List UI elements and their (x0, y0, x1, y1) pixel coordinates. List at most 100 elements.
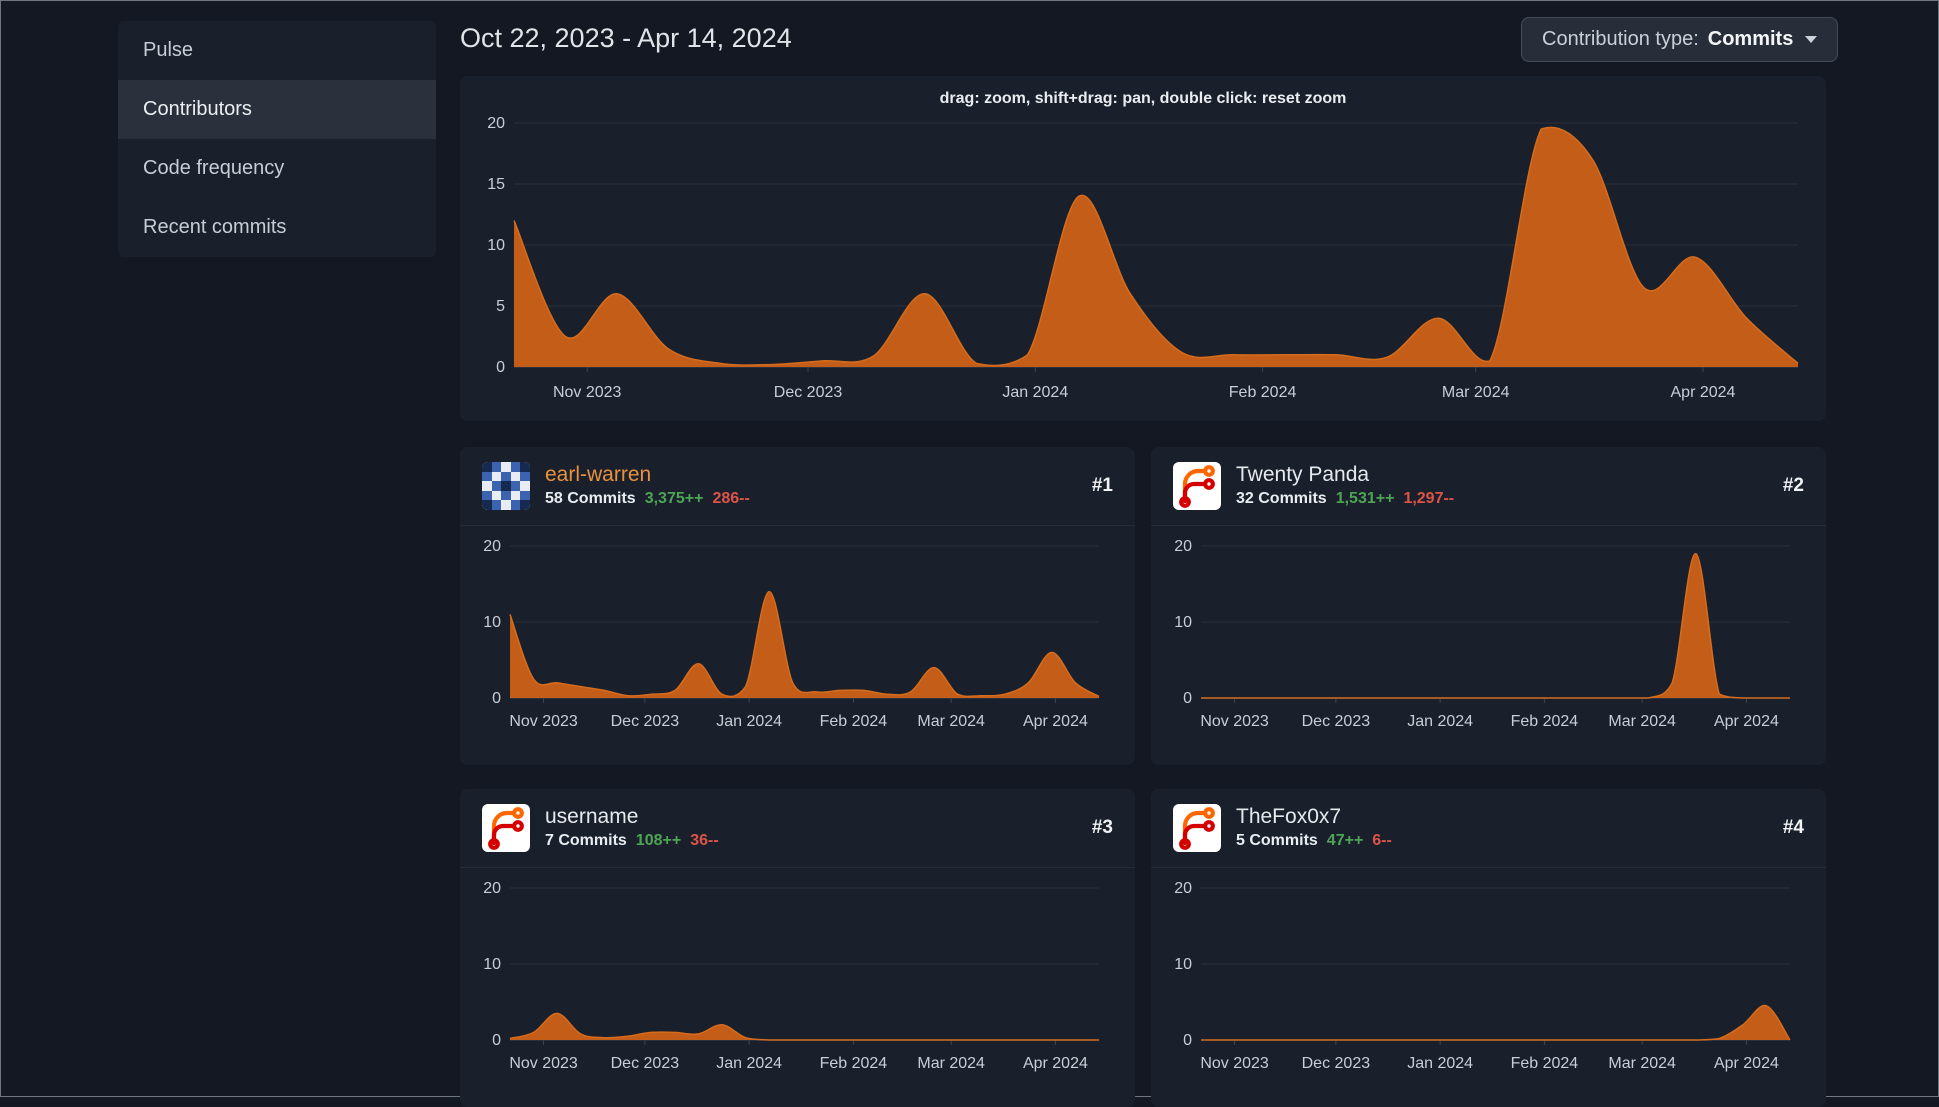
svg-text:Jan 2024: Jan 2024 (1407, 1055, 1473, 1072)
sidebar: Pulse Contributors Code frequency Recent… (118, 21, 436, 257)
chart-zoom-hint: drag: zoom, shift+drag: pan, double clic… (939, 90, 1347, 107)
svg-text:Dec 2023: Dec 2023 (1302, 713, 1371, 730)
svg-text:Feb 2024: Feb 2024 (1511, 1055, 1579, 1072)
svg-text:Jan 2024: Jan 2024 (1002, 384, 1068, 401)
svg-text:Nov 2023: Nov 2023 (1200, 713, 1269, 730)
contribution-type-label: Contribution type: (1542, 28, 1699, 50)
sidebar-item-label: Code frequency (143, 157, 285, 179)
svg-text:0: 0 (492, 690, 501, 707)
svg-text:Nov 2023: Nov 2023 (553, 384, 622, 401)
svg-text:Apr 2024: Apr 2024 (1714, 1055, 1779, 1072)
svg-text:Apr 2024: Apr 2024 (1714, 713, 1779, 730)
contributor-info: earl-warren 58 Commits 3,375++ 286-- (545, 463, 750, 508)
svg-text:Dec 2023: Dec 2023 (611, 713, 680, 730)
contributor-name-link[interactable]: Twenty Panda (1236, 463, 1454, 486)
contributor-chart[interactable]: 0 10 20 Nov 2023 Dec 2023 Jan 2024 Feb 2024 Mar… (470, 534, 1125, 734)
svg-text:Mar 2024: Mar 2024 (1608, 1055, 1676, 1072)
contribution-type-dropdown[interactable]: Contribution type: Commits (1521, 17, 1839, 62)
overall-contributions-chart[interactable]: 0 5 10 15 20 Nov 2023 Dec 2023 Jan 2024 Feb 2024… (480, 110, 1806, 405)
contributor-stats: 58 Commits 3,375++ 286-- (545, 490, 750, 508)
contributor-avatar[interactable] (1173, 804, 1221, 852)
contributor-rank: #2 (1782, 475, 1804, 496)
sidebar-item-label: Pulse (143, 39, 194, 61)
deletions-count: 286-- (712, 490, 750, 508)
svg-text:15: 15 (487, 176, 505, 193)
contributor-card-header: TheFox0x7 5 Commits 47++ 6-- #4 (1151, 789, 1826, 868)
svg-text:0: 0 (1183, 1032, 1192, 1049)
contributor-stats: 7 Commits 108++ 36-- (545, 832, 719, 850)
svg-text:10: 10 (487, 237, 505, 254)
contributor-avatar[interactable] (1173, 462, 1221, 510)
svg-text:Nov 2023: Nov 2023 (509, 1055, 578, 1072)
contributor-name-link[interactable]: username (545, 805, 719, 828)
svg-text:Feb 2024: Feb 2024 (1511, 713, 1579, 730)
svg-text:Jan 2024: Jan 2024 (1407, 713, 1473, 730)
sidebar-item-code-frequency[interactable]: Code frequency (118, 139, 436, 198)
svg-text:20: 20 (1174, 880, 1192, 897)
deletions-count: 36-- (690, 832, 719, 850)
svg-text:10: 10 (1174, 614, 1192, 631)
sidebar-item-contributors[interactable]: Contributors (118, 80, 436, 139)
svg-text:0: 0 (496, 359, 505, 376)
sidebar-item-recent-commits[interactable]: Recent commits (118, 198, 436, 257)
svg-text:20: 20 (487, 115, 505, 132)
sidebar-item-label: Contributors (143, 98, 252, 120)
deletions-count: 6-- (1372, 832, 1392, 850)
contributor-rank: #4 (1782, 817, 1804, 838)
additions-count: 1,531++ (1335, 490, 1395, 508)
contributor-card-header: Twenty Panda 32 Commits 1,531++ 1,297-- … (1151, 447, 1826, 526)
contributor-card: earl-warren 58 Commits 3,375++ 286-- #1 … (460, 447, 1135, 765)
contributor-info: Twenty Panda 32 Commits 1,531++ 1,297-- (1236, 463, 1454, 508)
overall-contributions-panel: drag: zoom, shift+drag: pan, double clic… (460, 76, 1826, 421)
svg-text:Feb 2024: Feb 2024 (820, 1055, 888, 1072)
svg-text:Mar 2024: Mar 2024 (1442, 384, 1510, 401)
svg-text:Mar 2024: Mar 2024 (917, 1055, 985, 1072)
commit-count: 32 Commits (1236, 490, 1327, 508)
contributor-avatar[interactable] (482, 804, 530, 852)
svg-text:Mar 2024: Mar 2024 (917, 713, 985, 730)
commit-count: 5 Commits (1236, 832, 1318, 850)
date-range-heading: Oct 22, 2023 - Apr 14, 2024 (460, 23, 792, 53)
svg-text:0: 0 (1183, 690, 1192, 707)
svg-text:Feb 2024: Feb 2024 (820, 713, 888, 730)
additions-count: 3,375++ (644, 490, 704, 508)
svg-text:Dec 2023: Dec 2023 (774, 384, 843, 401)
contributor-info: username 7 Commits 108++ 36-- (545, 805, 719, 850)
contributor-chart[interactable]: 0 10 20 Nov 2023 Dec 2023 Jan 2024 Feb 2024 Mar… (1161, 876, 1816, 1076)
contributor-avatar[interactable] (482, 462, 530, 510)
svg-text:20: 20 (483, 538, 501, 555)
additions-count: 47++ (1326, 832, 1364, 850)
additions-count: 108++ (635, 832, 682, 850)
contributor-name-link[interactable]: earl-warren (545, 463, 750, 486)
contributor-name-link[interactable]: TheFox0x7 (1236, 805, 1392, 828)
svg-text:10: 10 (483, 956, 501, 973)
svg-text:Dec 2023: Dec 2023 (611, 1055, 680, 1072)
contributor-stats: 32 Commits 1,531++ 1,297-- (1236, 490, 1454, 508)
svg-text:Nov 2023: Nov 2023 (1200, 1055, 1269, 1072)
contributor-card-header: earl-warren 58 Commits 3,375++ 286-- #1 (460, 447, 1135, 526)
commit-count: 7 Commits (545, 832, 627, 850)
svg-text:Jan 2024: Jan 2024 (716, 713, 782, 730)
contributor-card-header: username 7 Commits 108++ 36-- #3 (460, 789, 1135, 868)
contributor-card: Twenty Panda 32 Commits 1,531++ 1,297-- … (1151, 447, 1826, 765)
contributor-stats: 5 Commits 47++ 6-- (1236, 832, 1392, 850)
sidebar-item-pulse[interactable]: Pulse (118, 21, 436, 80)
svg-text:20: 20 (1174, 538, 1192, 555)
svg-text:Apr 2024: Apr 2024 (1671, 384, 1736, 401)
commit-count: 58 Commits (545, 490, 636, 508)
svg-text:Jan 2024: Jan 2024 (716, 1055, 782, 1072)
svg-text:0: 0 (492, 1032, 501, 1049)
contributors-page: { "sidebar": { "items": [ { "label": "Pu… (0, 0, 1939, 1107)
svg-text:Apr 2024: Apr 2024 (1023, 1055, 1088, 1072)
contributor-info: TheFox0x7 5 Commits 47++ 6-- (1236, 805, 1392, 850)
contributor-rank: #1 (1091, 475, 1113, 496)
sidebar-item-label: Recent commits (143, 216, 287, 238)
svg-text:Feb 2024: Feb 2024 (1229, 384, 1297, 401)
contributor-chart[interactable]: 0 10 20 Nov 2023 Dec 2023 Jan 2024 Feb 2024 Mar… (470, 876, 1125, 1076)
svg-text:Nov 2023: Nov 2023 (509, 713, 578, 730)
svg-text:Apr 2024: Apr 2024 (1023, 713, 1088, 730)
svg-text:10: 10 (483, 614, 501, 631)
contributor-card: username 7 Commits 108++ 36-- #3 0 10 20 No… (460, 789, 1135, 1107)
svg-text:20: 20 (483, 880, 501, 897)
contributor-chart[interactable]: 0 10 20 Nov 2023 Dec 2023 Jan 2024 Feb 2024 Mar… (1161, 534, 1816, 734)
